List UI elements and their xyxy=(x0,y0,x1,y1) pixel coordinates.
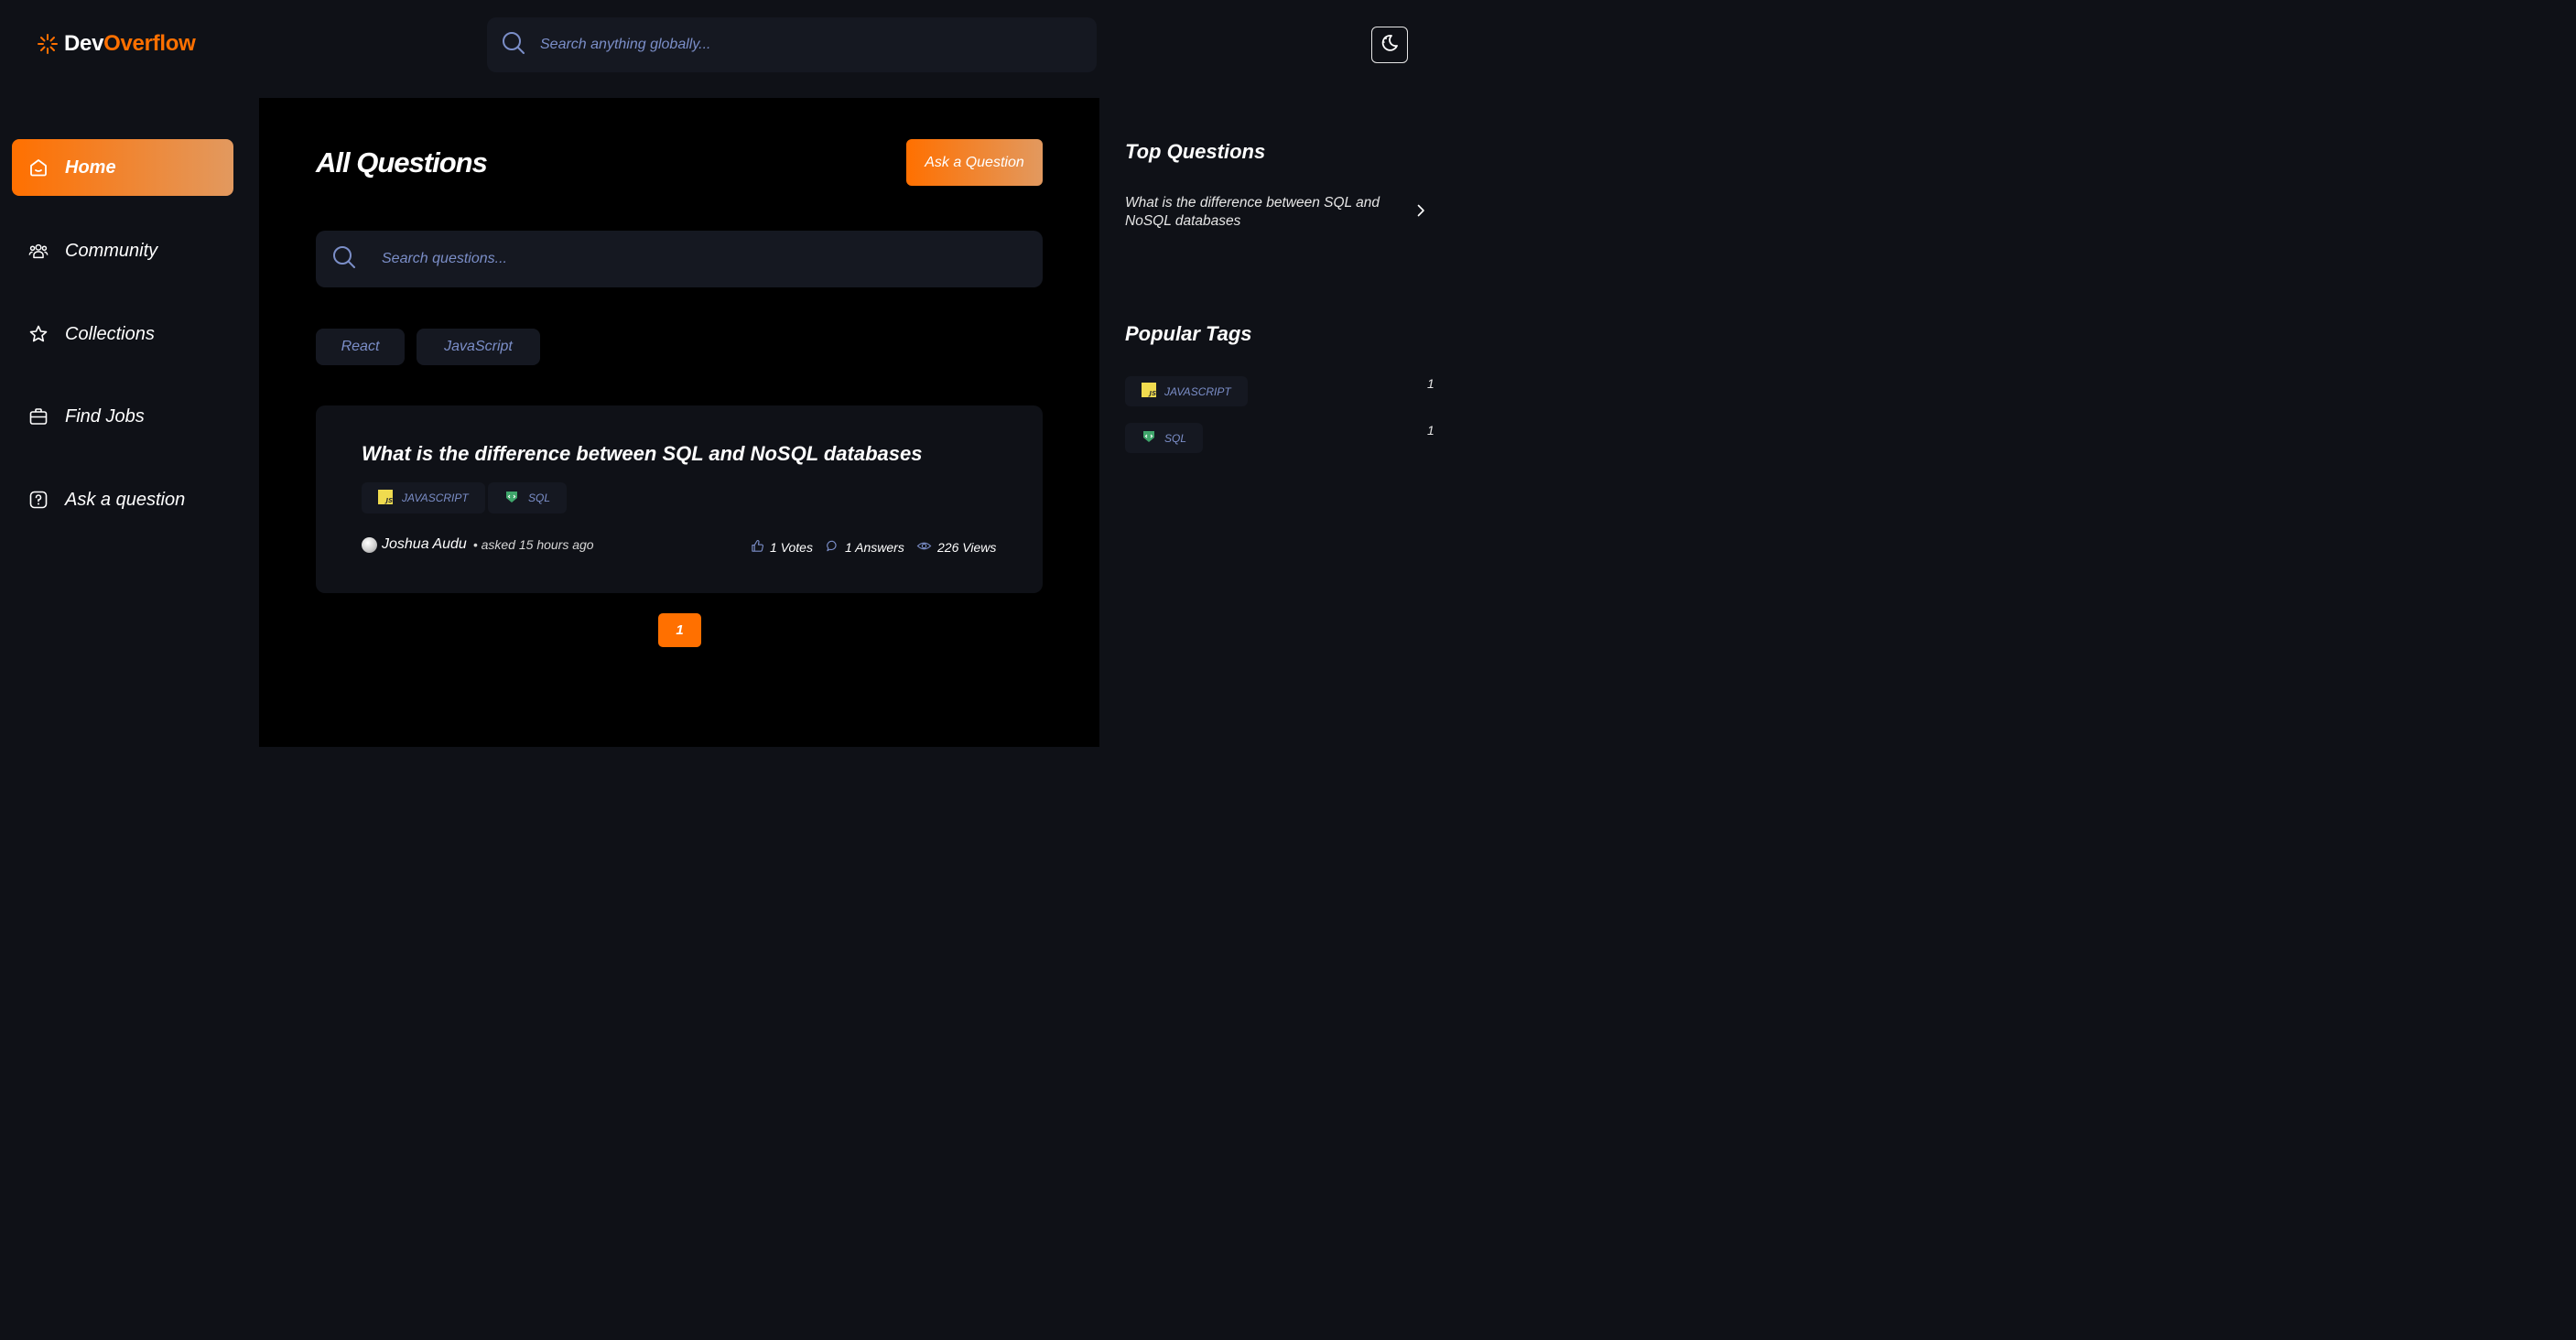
global-search[interactable] xyxy=(487,17,1097,72)
main-content: All Questions Ask a Question React JavaS… xyxy=(259,98,1099,747)
question-author[interactable]: Joshua Audu • asked 15 hours ago xyxy=(362,536,594,553)
right-sidebar: Top Questions What is the difference bet… xyxy=(1099,92,1435,747)
answers-metric: 1 Answers xyxy=(826,539,904,556)
tag-label: SQL xyxy=(528,492,551,504)
pagination-current[interactable]: 1 xyxy=(658,613,701,647)
sidebar-item-community[interactable]: Community xyxy=(12,222,233,279)
top-question-link[interactable]: What is the difference between SQL and N… xyxy=(1125,194,1400,231)
answers-count: 1 Answers xyxy=(845,540,904,555)
question-icon xyxy=(28,490,49,510)
svg-text:JS: JS xyxy=(384,497,394,504)
tag-javascript[interactable]: JS JAVASCRIPT xyxy=(362,482,485,513)
theme-toggle-button[interactable] xyxy=(1371,27,1408,63)
avatar xyxy=(362,536,377,553)
sql-icon xyxy=(504,490,519,507)
votes-count: 1 Votes xyxy=(770,540,813,555)
filter-react[interactable]: React xyxy=(316,329,405,365)
sql-icon xyxy=(1142,429,1156,447)
sidebar-item-label: Collections xyxy=(65,323,155,344)
popular-tag-count: 1 xyxy=(1427,423,1434,438)
left-sidebar: Home Community Collections Find Jobs Ask… xyxy=(0,92,259,747)
sidebar-item-home[interactable]: Home xyxy=(12,139,233,196)
chevron-right-icon[interactable] xyxy=(1413,203,1428,222)
search-icon xyxy=(502,31,525,59)
top-navbar: DevOverflow xyxy=(0,0,1435,92)
question-title[interactable]: What is the difference between SQL and N… xyxy=(362,442,923,466)
sidebar-item-ask-question[interactable]: Ask a question xyxy=(12,471,233,528)
tag-sql[interactable]: SQL xyxy=(488,482,568,513)
logo[interactable]: DevOverflow xyxy=(35,31,196,57)
search-icon xyxy=(332,245,356,274)
popular-tag-count: 1 xyxy=(1427,376,1434,391)
votes-metric: 1 Votes xyxy=(751,539,813,556)
eye-icon xyxy=(916,539,932,556)
popular-tag-javascript[interactable]: JS JAVASCRIPT xyxy=(1125,376,1248,406)
asked-time: • asked 15 hours ago xyxy=(472,537,594,552)
briefcase-icon xyxy=(28,406,49,427)
message-icon xyxy=(826,539,839,556)
popular-tag-label: SQL xyxy=(1164,431,1187,445)
sidebar-item-label: Home xyxy=(65,157,116,178)
popular-tag-sql[interactable]: SQL xyxy=(1125,423,1204,453)
sidebar-item-label: Community xyxy=(65,240,158,261)
sidebar-item-label: Ask a question xyxy=(65,489,186,510)
popular-tags-heading: Popular Tags xyxy=(1125,322,1252,345)
javascript-icon: JS xyxy=(378,489,394,507)
thumbs-up-icon xyxy=(751,539,764,556)
star-icon xyxy=(28,324,49,344)
popular-tag-label: JAVASCRIPT xyxy=(1164,384,1231,398)
author-name[interactable]: Joshua Audu xyxy=(382,536,467,553)
sidebar-item-collections[interactable]: Collections xyxy=(12,306,233,362)
ask-question-button[interactable]: Ask a Question xyxy=(906,139,1043,186)
javascript-icon: JS xyxy=(1142,383,1156,400)
logo-text: DevOverflow xyxy=(64,31,196,56)
sidebar-item-label: Find Jobs xyxy=(65,405,145,427)
question-search-input[interactable] xyxy=(382,251,1004,267)
question-search[interactable] xyxy=(316,231,1043,287)
filter-javascript[interactable]: JavaScript xyxy=(417,329,540,365)
page-title: All Questions xyxy=(316,146,488,178)
sidebar-item-find-jobs[interactable]: Find Jobs xyxy=(12,388,233,445)
tag-label: JAVASCRIPT xyxy=(402,492,469,504)
logo-icon xyxy=(35,31,60,57)
moon-icon xyxy=(1380,33,1400,58)
question-card[interactable]: What is the difference between SQL and N… xyxy=(316,405,1043,593)
global-search-input[interactable] xyxy=(540,37,1053,53)
home-icon xyxy=(28,157,49,178)
users-icon xyxy=(28,241,49,261)
top-questions-heading: Top Questions xyxy=(1125,140,1266,163)
views-count: 226 Views xyxy=(937,540,997,555)
views-metric: 226 Views xyxy=(916,539,996,556)
svg-text:JS: JS xyxy=(1148,390,1157,397)
